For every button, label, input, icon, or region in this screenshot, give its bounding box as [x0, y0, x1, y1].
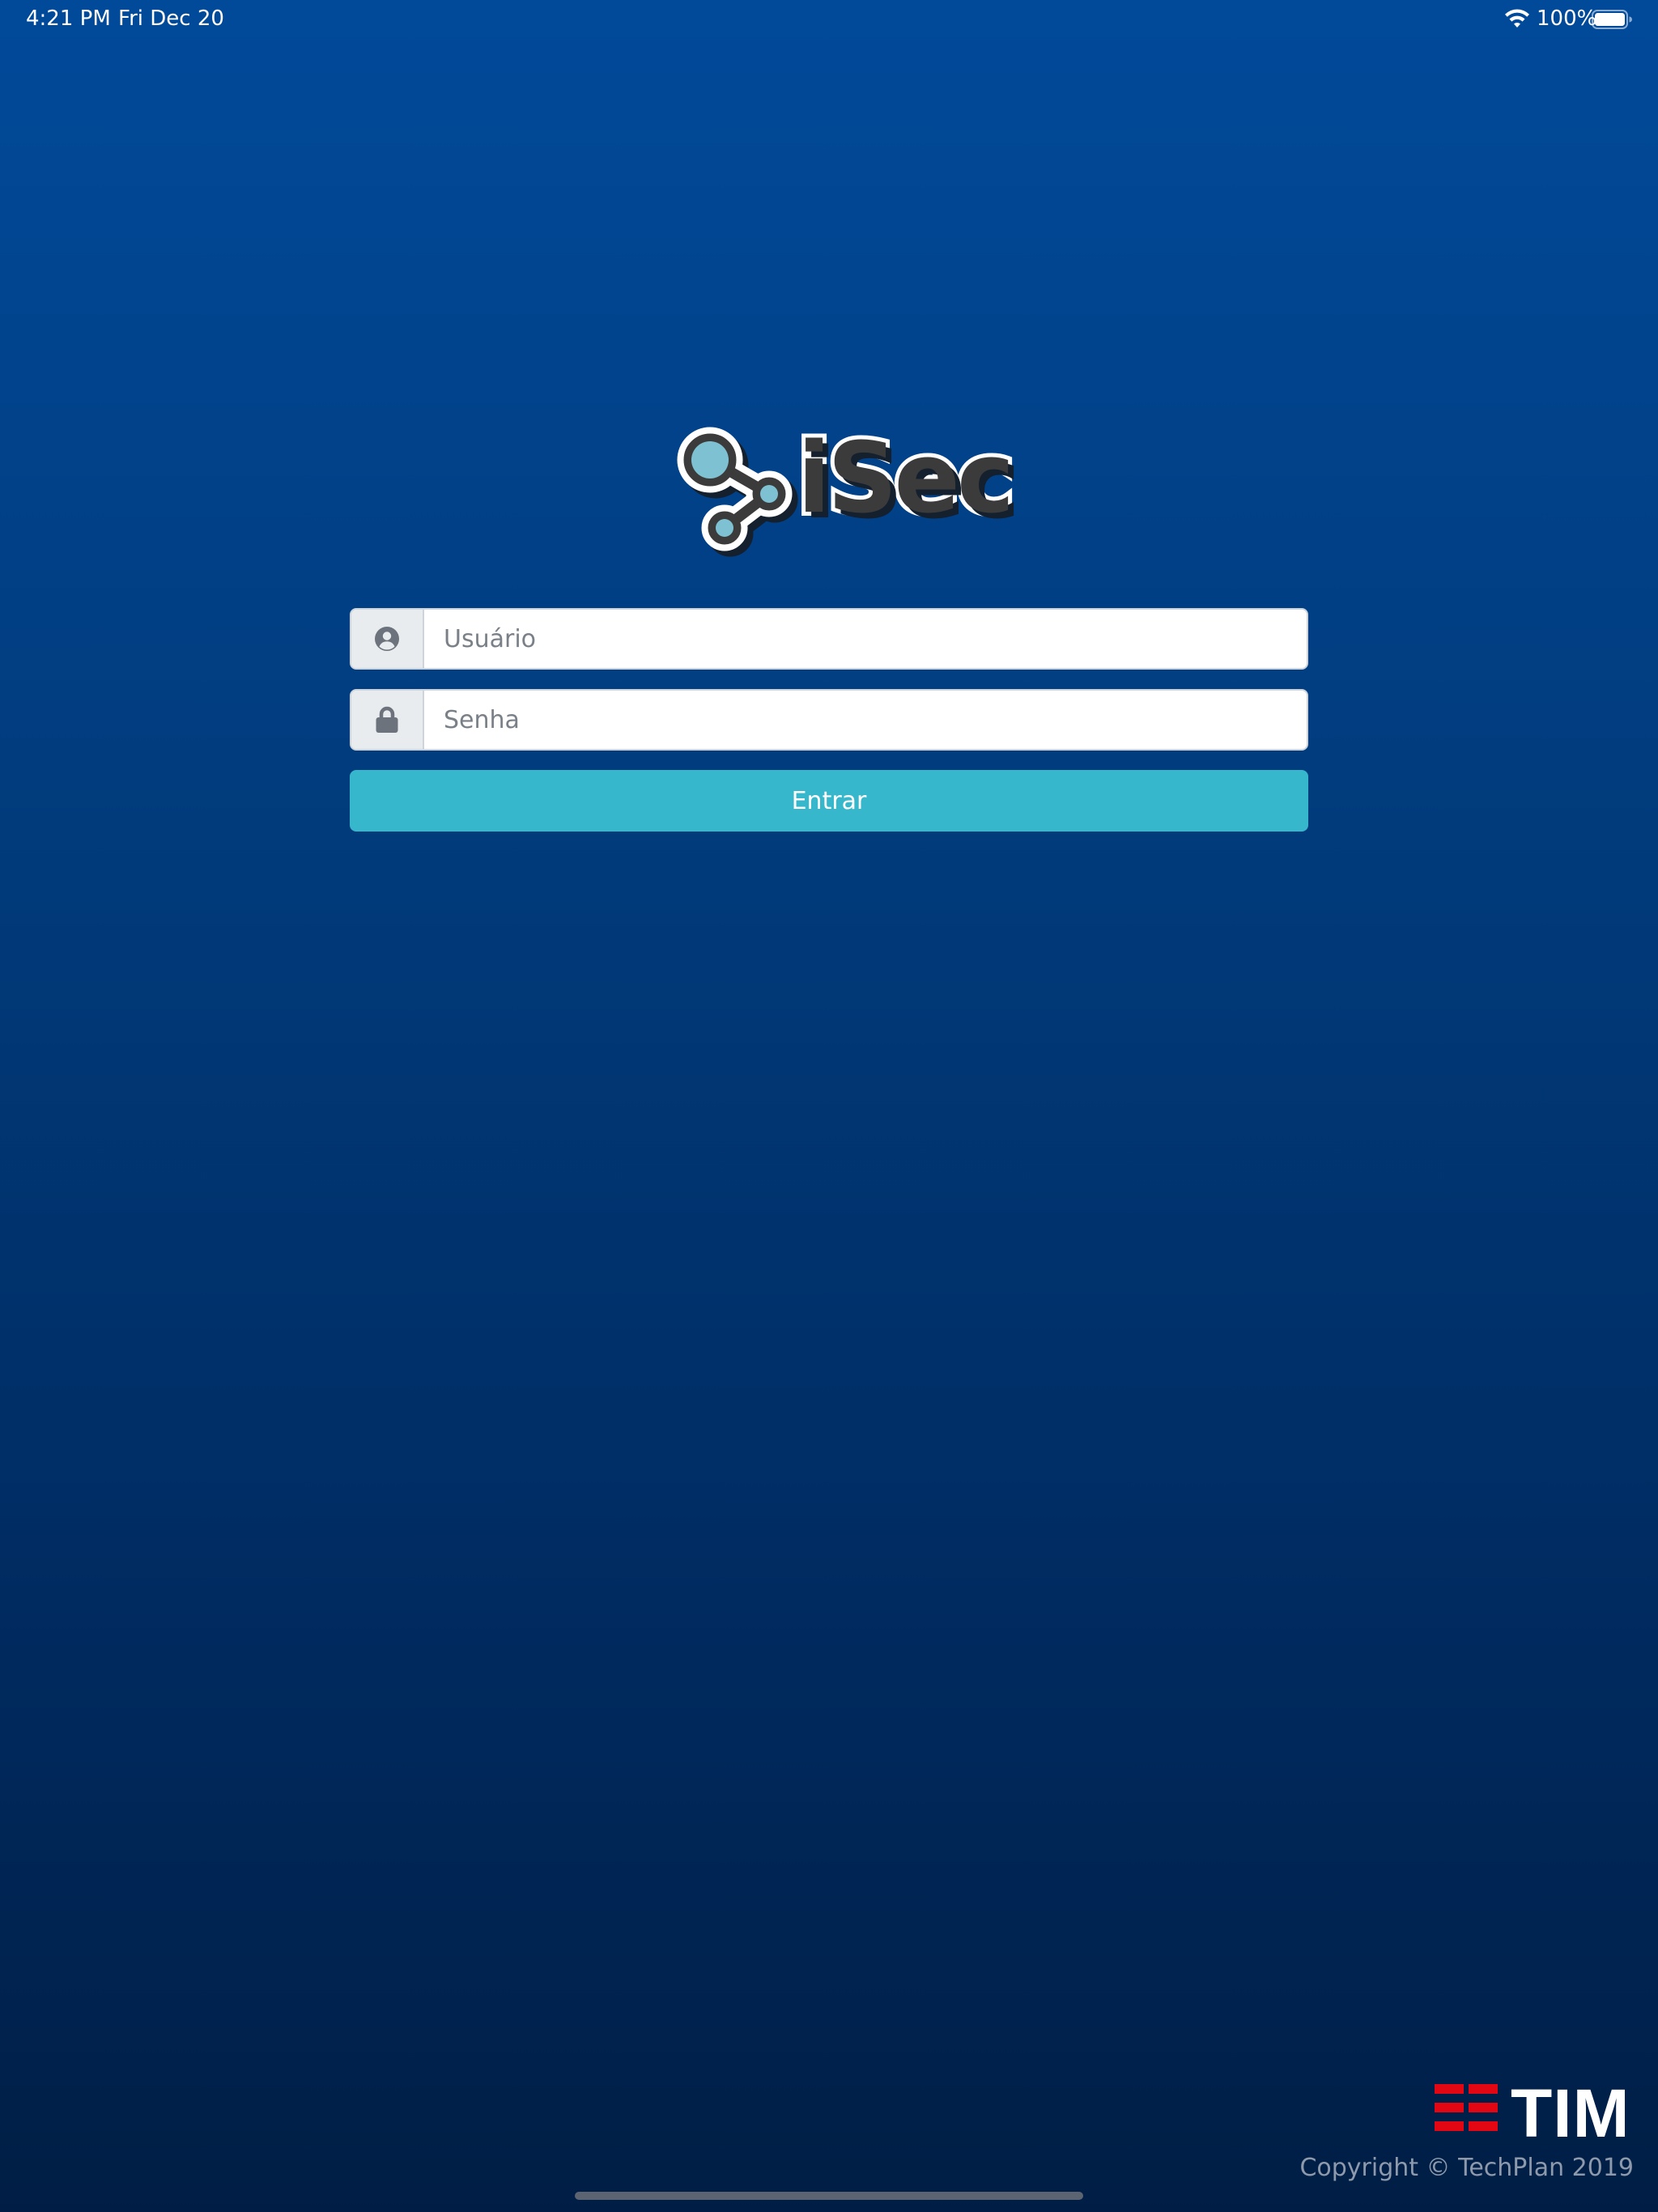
status-time: 4:21 PM [26, 6, 111, 31]
battery-percentage: 100% [1537, 6, 1597, 31]
login-button[interactable]: Entrar [350, 770, 1308, 832]
password-addon [351, 691, 424, 749]
copyright-text: Copyright © TechPlan 2019 [1299, 2154, 1634, 2182]
wifi-icon [1505, 9, 1529, 28]
username-input[interactable] [424, 610, 1307, 668]
lock-icon [376, 706, 398, 733]
user-circle-icon [375, 627, 399, 651]
status-bar: 4:21 PM Fri Dec 20 100% [0, 0, 1658, 39]
status-date: Fri Dec 20 [118, 6, 224, 31]
login-form: Entrar [350, 608, 1308, 832]
password-input-group [350, 689, 1308, 751]
logo-text: iSec [793, 423, 1018, 535]
username-addon [351, 610, 424, 668]
password-input[interactable] [424, 691, 1307, 749]
brand-wordmark: TIM [1511, 2075, 1630, 2151]
username-input-group [350, 608, 1308, 670]
app-logo: iSec [672, 424, 1018, 560]
battery-icon [1592, 10, 1632, 29]
brand-logo: TIM [1433, 2079, 1635, 2147]
home-indicator[interactable] [575, 2192, 1083, 2200]
tim-stripes-icon [1435, 2084, 1498, 2131]
